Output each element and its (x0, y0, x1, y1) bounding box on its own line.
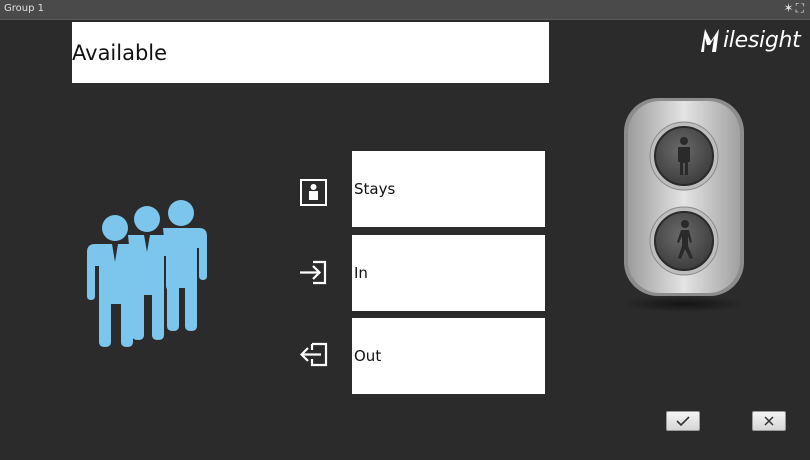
window-titlebar: Group 1 ✶⛶ (0, 0, 810, 20)
stays-counter: Stays (352, 151, 545, 227)
stays-label: Stays (354, 180, 396, 198)
close-icon (764, 416, 774, 426)
logo-m-icon (701, 29, 719, 52)
milesight-logo: ilesight (699, 24, 807, 60)
pin-icon[interactable]: ✶ (784, 1, 796, 15)
in-label: In (354, 264, 368, 282)
status-input[interactable] (72, 22, 549, 83)
window-title: Group 1 (4, 3, 44, 14)
expand-icon[interactable]: ⛶ (796, 1, 806, 15)
enter-arrow-icon (300, 260, 327, 285)
person-frame-icon (300, 179, 327, 206)
traffic-light-icon (622, 98, 746, 312)
people-group-icon (87, 200, 207, 347)
window-controls[interactable]: ✶⛶ (784, 1, 806, 16)
out-counter: Out (352, 318, 545, 394)
out-label: Out (354, 347, 382, 365)
confirm-button[interactable] (666, 411, 700, 431)
status-display[interactable] (72, 22, 549, 83)
brand-name: ilesight (723, 28, 801, 53)
checkmark-icon (676, 416, 690, 426)
exit-arrow-icon (300, 342, 328, 367)
cancel-button[interactable] (752, 411, 786, 431)
in-counter: In (352, 235, 545, 311)
